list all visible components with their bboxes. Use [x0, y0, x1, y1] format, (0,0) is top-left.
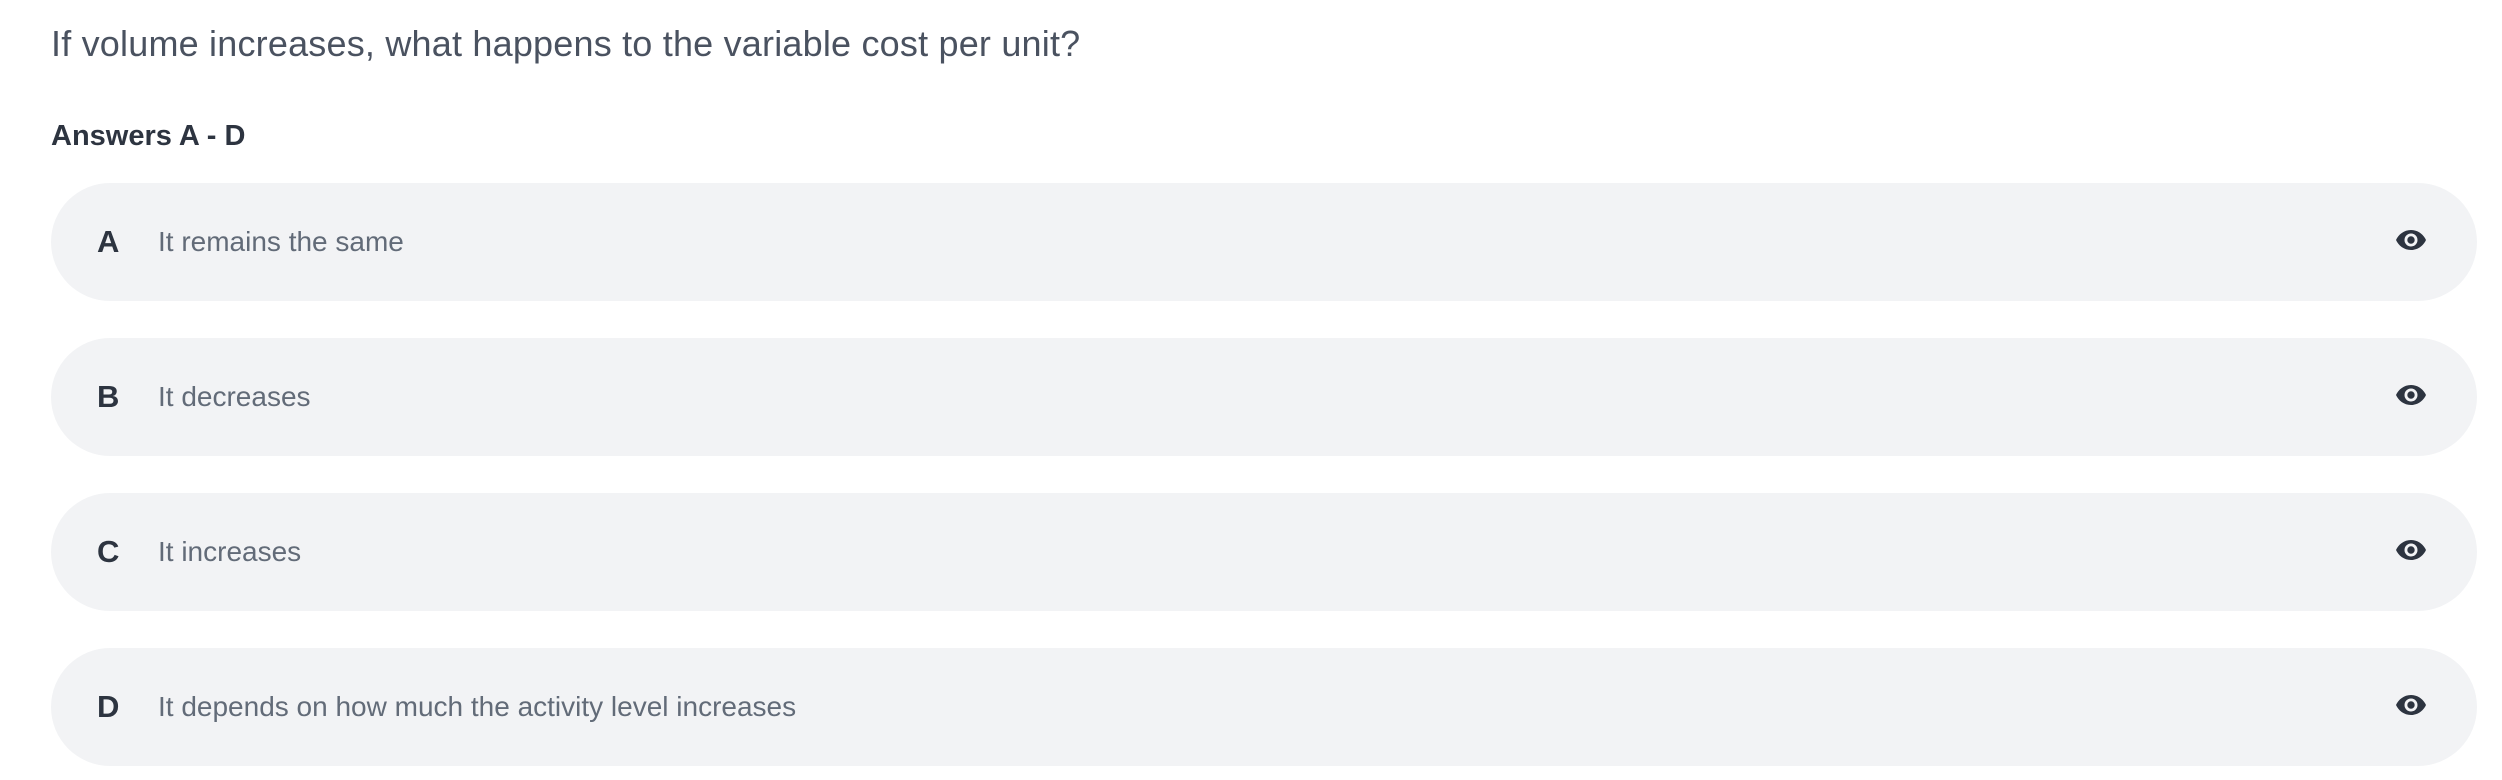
eye-icon[interactable]: [2395, 383, 2427, 407]
eye-icon[interactable]: [2395, 538, 2427, 562]
answer-option-d[interactable]: D It depends on how much the activity le…: [51, 648, 2477, 766]
answer-letter: A: [97, 224, 120, 259]
answer-letter: D: [97, 689, 120, 724]
eye-icon[interactable]: [2395, 228, 2427, 252]
answer-text: It increases: [158, 536, 302, 567]
answer-text: It decreases: [158, 381, 311, 412]
answer-letter: C: [97, 534, 120, 569]
answer-option-a[interactable]: A It remains the same: [51, 183, 2477, 301]
answer-text: It depends on how much the activity leve…: [158, 691, 797, 722]
answer-letter: B: [97, 379, 120, 414]
question-text: If volume increases, what happens to the…: [51, 23, 1081, 64]
eye-icon[interactable]: [2395, 693, 2427, 717]
answer-option-b[interactable]: B It decreases: [51, 338, 2477, 456]
answer-option-c[interactable]: C It increases: [51, 493, 2477, 611]
answers-heading: Answers A - D: [51, 120, 246, 152]
answer-text: It remains the same: [158, 226, 404, 257]
